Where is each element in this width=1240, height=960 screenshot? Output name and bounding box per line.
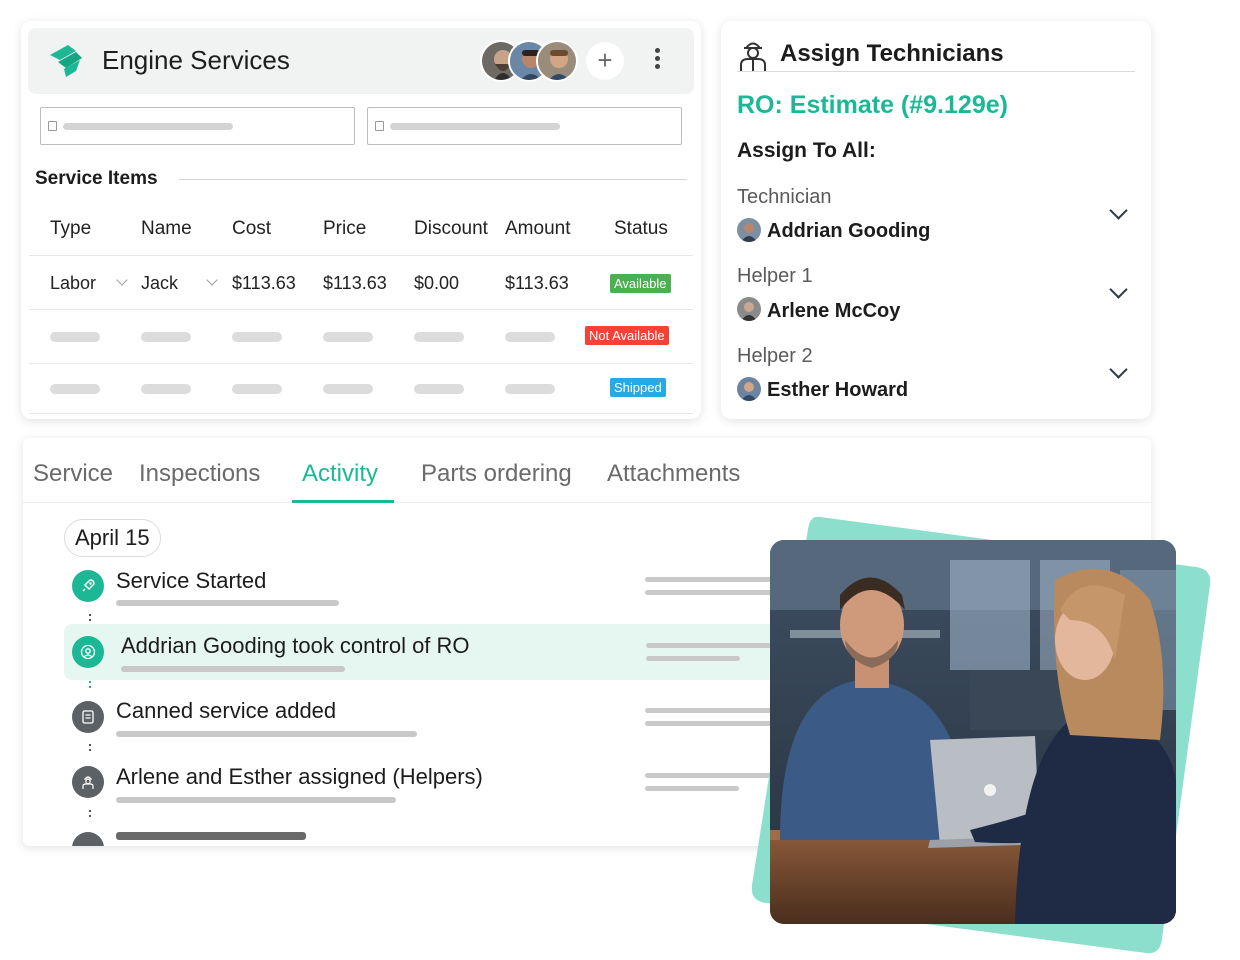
column-header-cost: Cost	[232, 218, 272, 239]
chevron-down-icon[interactable]	[1109, 280, 1128, 299]
active-tab-indicator	[292, 500, 394, 503]
timeline-connector	[89, 614, 91, 624]
date-pill: April 15	[64, 519, 161, 557]
cost-value: $113.63	[232, 273, 296, 293]
technician-icon	[72, 766, 104, 798]
engine-services-header: Engine Services +	[28, 28, 694, 94]
name-select[interactable]: Jack	[141, 273, 178, 294]
chevron-down-icon[interactable]	[1109, 360, 1128, 379]
notes-field[interactable]	[40, 107, 355, 145]
status-badge: Shipped	[610, 378, 666, 397]
list-icon	[375, 121, 384, 131]
technician-icon	[740, 42, 766, 71]
avatar	[737, 218, 761, 242]
amount-value: $113.63	[505, 273, 569, 293]
note-icon	[48, 121, 57, 131]
user-circle-icon	[72, 636, 104, 668]
helper-2-select[interactable]: Esther Howard	[767, 379, 908, 402]
tab-activity[interactable]: Activity	[302, 460, 378, 488]
assign-technicians-title: Assign Technicians	[780, 40, 1004, 67]
avatar	[737, 297, 761, 321]
technician-label: Technician	[737, 186, 832, 208]
engine-services-card: Engine Services + Service Items Type Nam…	[21, 21, 701, 419]
activity-item-title: Service Started	[116, 568, 267, 593]
chevron-down-icon[interactable]	[116, 274, 128, 286]
more-options-icon[interactable]	[652, 46, 662, 76]
tab-attachments[interactable]: Attachments	[607, 460, 740, 488]
team-avatars[interactable]	[480, 40, 580, 82]
assign-to-all-label: Assign To All:	[737, 139, 876, 162]
rocket-icon	[72, 570, 104, 602]
engine-services-title: Engine Services	[102, 45, 290, 75]
assign-technicians-card: Assign Technicians RO: Estimate (#9.129e…	[721, 21, 1151, 419]
tab-service[interactable]: Service	[33, 460, 113, 488]
description-field[interactable]	[367, 107, 682, 145]
column-header-name: Name	[141, 218, 192, 239]
document-icon	[72, 701, 104, 733]
chevron-down-icon[interactable]	[206, 274, 218, 286]
status-badge: Not Available	[585, 326, 669, 345]
tab-parts-ordering[interactable]: Parts ordering	[421, 460, 572, 488]
chevron-down-icon[interactable]	[1109, 201, 1128, 220]
timeline-connector	[89, 744, 91, 754]
service-items-title: Service Items	[35, 168, 158, 189]
add-member-button[interactable]: +	[586, 42, 624, 80]
activity-item-title: Canned service added	[116, 698, 337, 723]
helper-2-label: Helper 2	[737, 345, 813, 367]
helper-1-select[interactable]: Arlene McCoy	[767, 300, 900, 323]
column-header-discount: Discount	[414, 218, 488, 239]
activity-item-title: Arlene and Esther assigned (Helpers)	[116, 764, 483, 789]
avatar[interactable]	[536, 40, 578, 82]
timeline-connector	[89, 810, 91, 820]
column-header-amount: Amount	[505, 218, 571, 239]
ro-estimate-title: RO: Estimate (#9.129e)	[737, 91, 1008, 119]
divider	[179, 179, 687, 180]
tab-inspections[interactable]: Inspections	[139, 460, 260, 488]
status-badge: Available	[610, 274, 671, 293]
type-select[interactable]: Labor	[50, 273, 96, 294]
helper-1-label: Helper 1	[737, 265, 813, 287]
activity-item-title: Addrian Gooding took control of RO	[121, 633, 470, 658]
service-advisor-photo	[770, 540, 1176, 924]
technician-select[interactable]: Addrian Gooding	[767, 220, 930, 243]
price-value: $113.63	[323, 273, 387, 293]
column-header-status: Status	[614, 218, 668, 239]
column-header-type: Type	[50, 218, 92, 239]
divider	[737, 71, 1135, 72]
avatar	[737, 377, 761, 401]
brand-logo-icon	[50, 45, 82, 77]
timeline-connector	[89, 681, 91, 691]
column-header-price: Price	[323, 218, 367, 239]
discount-value: $0.00	[414, 273, 460, 293]
